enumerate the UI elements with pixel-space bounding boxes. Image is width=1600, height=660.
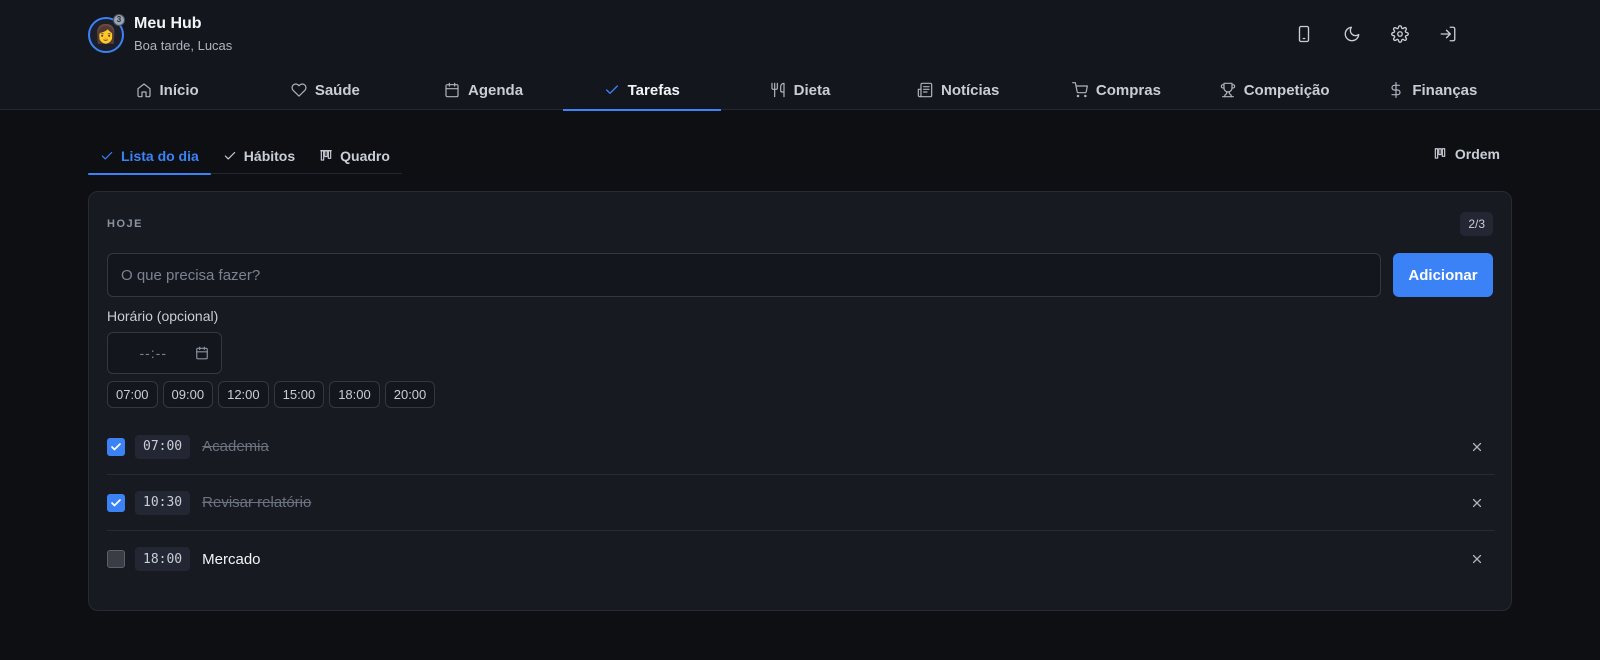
close-icon[interactable] <box>1469 551 1485 567</box>
subtab-label: Lista do dia <box>121 148 199 164</box>
moon-icon[interactable] <box>1328 20 1376 48</box>
task-list: 07:00 Academia 10:30 Revisar relatório 1… <box>107 419 1495 587</box>
phone-icon[interactable] <box>1280 20 1328 48</box>
tab-financas[interactable]: Finanças <box>1354 70 1512 110</box>
task-count-badge: 2/3 <box>1460 212 1493 236</box>
medal-avatar-icon: 👩 <box>94 24 118 44</box>
subtab-lista-do-dia[interactable]: Lista do dia <box>88 138 211 175</box>
task-row: 07:00 Academia <box>107 419 1495 475</box>
time-label: Horário (opcional) <box>107 308 219 324</box>
time-input[interactable]: --:-- <box>107 332 222 374</box>
subtab-habitos[interactable]: Hábitos <box>211 138 307 174</box>
time-chips: 07:00 09:00 12:00 15:00 18:00 20:00 <box>107 381 436 408</box>
tab-compras[interactable]: Compras <box>1037 70 1195 110</box>
add-button[interactable]: Adicionar <box>1393 253 1493 297</box>
section-label: HOJE <box>107 218 143 230</box>
task-checkbox[interactable] <box>107 437 125 456</box>
time-chip[interactable]: 09:00 <box>162 381 214 408</box>
time-chip[interactable]: 15:00 <box>273 381 325 408</box>
tab-label: Tarefas <box>627 81 680 99</box>
tab-label: Compras <box>1095 81 1161 99</box>
calendar-icon[interactable] <box>195 346 209 360</box>
tab-competicao[interactable]: Competição <box>1196 70 1354 110</box>
calendar-icon <box>445 82 459 98</box>
tab-saude[interactable]: Saúde <box>246 70 404 110</box>
utensils-icon <box>771 82 785 98</box>
main-nav: Início Saúde Agenda Tarefas Dieta Notíci… <box>88 70 1512 111</box>
kanban-icon <box>1434 148 1446 159</box>
newspaper-icon <box>917 82 933 98</box>
heart-icon <box>291 83 307 97</box>
gear-icon[interactable] <box>1376 20 1424 48</box>
time-placeholder: --:-- <box>139 345 167 361</box>
close-icon[interactable] <box>1469 439 1485 455</box>
subtab-label: Hábitos <box>243 148 296 164</box>
task-checkbox[interactable] <box>107 550 125 568</box>
tab-dieta[interactable]: Dieta <box>721 70 879 110</box>
tab-tarefas[interactable]: Tarefas <box>562 70 722 111</box>
task-time: 10:30 <box>135 490 191 515</box>
task-title: Academia <box>202 438 269 455</box>
check-icon <box>101 151 113 160</box>
task-checkbox[interactable] <box>107 493 125 512</box>
app-title: Meu Hub <box>134 15 202 32</box>
subtab-quadro[interactable]: Quadro <box>307 138 402 174</box>
time-chip[interactable]: 07:00 <box>107 381 158 408</box>
tab-label: Saúde <box>314 81 360 99</box>
time-chip[interactable]: 12:00 <box>218 381 269 408</box>
close-icon[interactable] <box>1469 495 1485 511</box>
check-icon <box>224 151 236 160</box>
tab-label: Agenda <box>468 81 524 99</box>
logout-icon[interactable] <box>1424 20 1472 48</box>
subtabs: Lista do dia Hábitos Quadro <box>88 138 402 175</box>
dollar-icon <box>1391 82 1401 98</box>
trophy-icon <box>1220 82 1235 98</box>
check-icon <box>111 498 121 506</box>
task-time: 18:00 <box>135 547 191 571</box>
tab-agenda[interactable]: Agenda <box>404 70 562 110</box>
tab-noticias[interactable]: Notícias <box>879 70 1037 110</box>
medal-badge: 3 <box>113 13 125 26</box>
cart-icon <box>1071 82 1088 98</box>
order-button[interactable]: Ordem <box>1433 146 1500 162</box>
tab-label: Competição <box>1243 81 1330 99</box>
order-label: Ordem <box>1454 146 1500 162</box>
tab-label: Finanças <box>1412 81 1478 99</box>
tab-label: Dieta <box>793 81 831 99</box>
task-time: 07:00 <box>135 434 191 459</box>
check-icon <box>605 85 618 94</box>
brand: 👩 3 Meu Hub Boa tarde, Lucas <box>88 13 233 55</box>
check-icon <box>111 442 121 450</box>
task-row: 10:30 Revisar relatório <box>107 475 1495 531</box>
task-row: 18:00 Mercado <box>107 531 1495 587</box>
kanban-icon <box>320 150 332 161</box>
task-title: Mercado <box>202 550 261 568</box>
time-chip[interactable]: 18:00 <box>329 381 380 408</box>
avatar[interactable]: 👩 3 <box>88 13 125 53</box>
today-card: HOJE 2/3 Adicionar Horário (opcional) --… <box>88 191 1512 611</box>
tab-inicio[interactable]: Início <box>88 70 246 110</box>
top-bar: 👩 3 Meu Hub Boa tarde, Lucas Início Saúd… <box>0 0 1600 111</box>
time-chip[interactable]: 20:00 <box>384 381 436 408</box>
tab-label: Início <box>159 81 199 99</box>
greeting: Boa tarde, Lucas <box>134 38 233 53</box>
task-input[interactable] <box>107 253 1381 297</box>
task-title: Revisar relatório <box>202 494 312 511</box>
tab-label: Notícias <box>941 81 1000 99</box>
header-actions <box>1280 20 1472 48</box>
home-icon <box>136 83 151 98</box>
subtab-label: Quadro <box>340 148 390 164</box>
